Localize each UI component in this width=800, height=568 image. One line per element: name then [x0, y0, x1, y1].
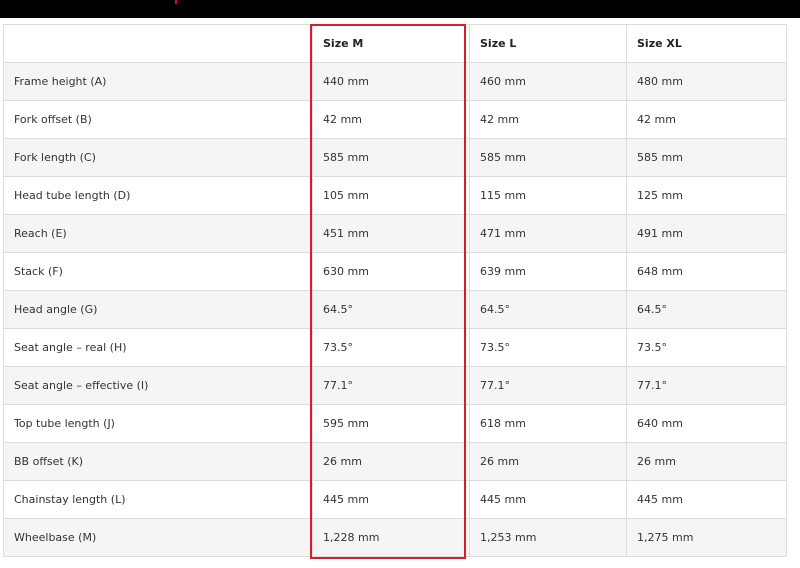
- top-bar: [0, 0, 800, 18]
- cell-size-m: 42 mm: [312, 100, 470, 139]
- cell-size-xl: 64.5°: [626, 290, 787, 329]
- row-label: Seat angle – effective (I): [3, 366, 313, 405]
- table-body: Frame height (A) 440 mm 460 mm 480 mm Fork o…: [3, 62, 787, 557]
- cell-size-xl: 585 mm: [626, 138, 787, 177]
- cell-size-xl: 491 mm: [626, 214, 787, 253]
- table-row: Seat angle – real (H) 73.5° 73.5° 73.5°: [3, 328, 787, 367]
- cell-size-l: 460 mm: [469, 62, 627, 101]
- cell-size-m: 595 mm: [312, 404, 470, 443]
- row-label: Seat angle – real (H): [3, 328, 313, 367]
- top-bar-accent: [175, 0, 177, 4]
- cell-size-l: 639 mm: [469, 252, 627, 291]
- cell-size-l: 445 mm: [469, 480, 627, 519]
- cell-size-m: 73.5°: [312, 328, 470, 367]
- cell-size-xl: 640 mm: [626, 404, 787, 443]
- table-row: Reach (E) 451 mm 471 mm 491 mm: [3, 214, 787, 253]
- row-label: Wheelbase (M): [3, 518, 313, 557]
- cell-size-xl: 26 mm: [626, 442, 787, 481]
- cell-size-l: 73.5°: [469, 328, 627, 367]
- cell-size-l: 77.1°: [469, 366, 627, 405]
- cell-size-m: 64.5°: [312, 290, 470, 329]
- cell-size-m: 77.1°: [312, 366, 470, 405]
- cell-size-m: 451 mm: [312, 214, 470, 253]
- cell-size-xl: 1,275 mm: [626, 518, 787, 557]
- cell-size-l: 64.5°: [469, 290, 627, 329]
- row-label: Fork length (C): [3, 138, 313, 177]
- row-label: Stack (F): [3, 252, 313, 291]
- header-size-xl: Size XL: [626, 24, 787, 63]
- cell-size-xl: 480 mm: [626, 62, 787, 101]
- cell-size-xl: 648 mm: [626, 252, 787, 291]
- row-label: Head tube length (D): [3, 176, 313, 215]
- row-label: Chainstay length (L): [3, 480, 313, 519]
- table-header-row: Size M Size L Size XL: [3, 24, 787, 63]
- cell-size-m: 26 mm: [312, 442, 470, 481]
- cell-size-m: 585 mm: [312, 138, 470, 177]
- header-label-column: [3, 24, 313, 63]
- cell-size-m: 105 mm: [312, 176, 470, 215]
- table-row: Chainstay length (L) 445 mm 445 mm 445 mm: [3, 480, 787, 519]
- cell-size-l: 585 mm: [469, 138, 627, 177]
- row-label: Fork offset (B): [3, 100, 313, 139]
- cell-size-xl: 125 mm: [626, 176, 787, 215]
- cell-size-l: 115 mm: [469, 176, 627, 215]
- cell-size-l: 1,253 mm: [469, 518, 627, 557]
- table-row: Head angle (G) 64.5° 64.5° 64.5°: [3, 290, 787, 329]
- geometry-table: Size M Size L Size XL Frame height (A) 44…: [3, 24, 787, 557]
- table-row: Seat angle – effective (I) 77.1° 77.1° 77.1…: [3, 366, 787, 405]
- header-size-m: Size M: [312, 24, 470, 63]
- cell-size-xl: 73.5°: [626, 328, 787, 367]
- table-row: Stack (F) 630 mm 639 mm 648 mm: [3, 252, 787, 291]
- cell-size-m: 630 mm: [312, 252, 470, 291]
- geometry-table-container: Size M Size L Size XL Frame height (A) 44…: [3, 24, 787, 557]
- cell-size-l: 26 mm: [469, 442, 627, 481]
- cell-size-l: 471 mm: [469, 214, 627, 253]
- table-row: Top tube length (J) 595 mm 618 mm 640 mm: [3, 404, 787, 443]
- row-label: Frame height (A): [3, 62, 313, 101]
- cell-size-xl: 42 mm: [626, 100, 787, 139]
- cell-size-xl: 445 mm: [626, 480, 787, 519]
- table-row: Fork offset (B) 42 mm 42 mm 42 mm: [3, 100, 787, 139]
- cell-size-m: 1,228 mm: [312, 518, 470, 557]
- cell-size-l: 42 mm: [469, 100, 627, 139]
- table-row: Frame height (A) 440 mm 460 mm 480 mm: [3, 62, 787, 101]
- row-label: Reach (E): [3, 214, 313, 253]
- table-row: Head tube length (D) 105 mm 115 mm 125 mm: [3, 176, 787, 215]
- table-row: Wheelbase (M) 1,228 mm 1,253 mm 1,275 mm: [3, 518, 787, 557]
- cell-size-m: 445 mm: [312, 480, 470, 519]
- cell-size-m: 440 mm: [312, 62, 470, 101]
- cell-size-xl: 77.1°: [626, 366, 787, 405]
- table-row: Fork length (C) 585 mm 585 mm 585 mm: [3, 138, 787, 177]
- cell-size-l: 618 mm: [469, 404, 627, 443]
- row-label: BB offset (K): [3, 442, 313, 481]
- row-label: Head angle (G): [3, 290, 313, 329]
- row-label: Top tube length (J): [3, 404, 313, 443]
- header-size-l: Size L: [469, 24, 627, 63]
- table-row: BB offset (K) 26 mm 26 mm 26 mm: [3, 442, 787, 481]
